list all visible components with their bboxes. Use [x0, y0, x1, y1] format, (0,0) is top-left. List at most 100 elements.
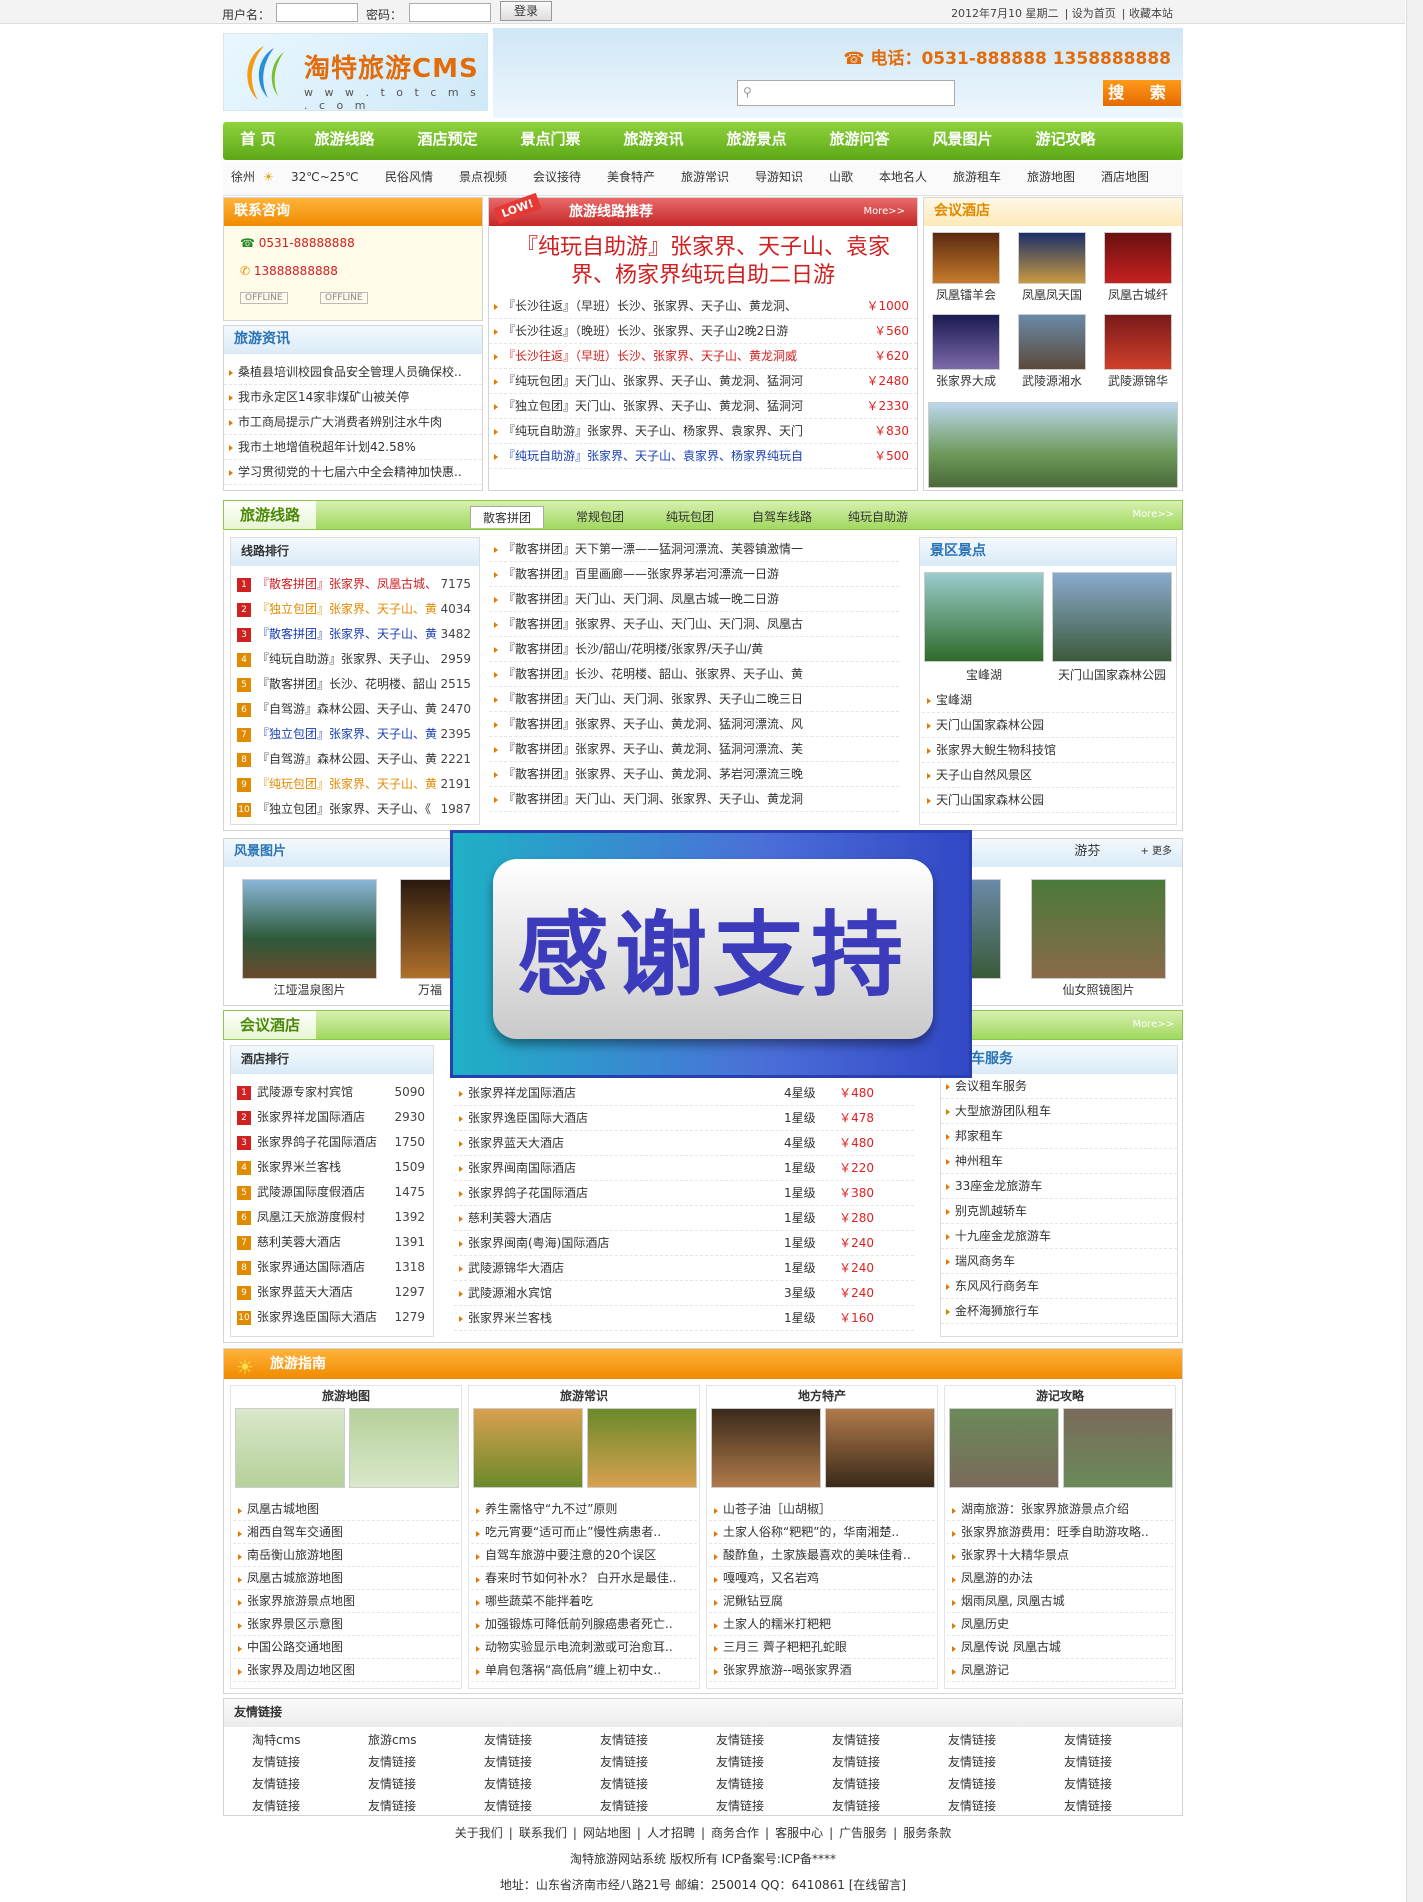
guide-photo[interactable] — [825, 1408, 935, 1488]
set-home-link[interactable]: 设为首页 — [1072, 7, 1116, 20]
guide-item[interactable]: 加强锻炼可降低前列腺癌患者死亡.. — [471, 1613, 697, 1636]
guide-photo[interactable] — [1063, 1408, 1173, 1488]
subnav-item[interactable]: 旅游租车 — [953, 162, 1001, 192]
news-item[interactable]: 我市永定区14家非煤矿山被关停 — [224, 385, 482, 410]
hotel-caption[interactable]: 张家界大成 — [930, 372, 1002, 389]
scenic-photo[interactable] — [242, 879, 377, 979]
route-item[interactable]: 『长沙往返』（早班）长沙、张家界、天子山、黄龙洞、 ￥1000 — [489, 294, 917, 319]
scenic-item[interactable]: 天门山国家森林公园 — [922, 788, 1174, 813]
subnav-item[interactable]: 民俗风情 — [385, 162, 433, 192]
car-service-item[interactable]: 会议租车服务 — [941, 1074, 1177, 1099]
subnav-item[interactable]: 旅游常识 — [681, 162, 729, 192]
site-logo[interactable]: 淘特旅游CMS w w w . t o t c m s . c o m — [223, 33, 488, 112]
nav-news[interactable]: 旅游资讯 — [602, 122, 705, 160]
subnav-item[interactable]: 旅游地图 — [1027, 162, 1075, 192]
hotel-item[interactable]: 武陵源湘水宾馆 3星级 ￥240 — [454, 1281, 914, 1306]
photos-partial-tab[interactable]: 游芬 — [1074, 839, 1100, 865]
rank-row[interactable]: 5 武陵源国际度假酒店 1475 — [237, 1180, 433, 1205]
scrollbar[interactable] — [1406, 0, 1423, 1902]
route-item[interactable]: 『长沙往返』（早班）长沙、张家界、天子山、黄龙洞威 ￥620 — [489, 344, 917, 369]
guide-item[interactable]: 张家界旅游--喝张家界酒 — [709, 1659, 935, 1682]
guide-item[interactable]: 凤凰古城地图 — [233, 1498, 459, 1521]
guide-item[interactable]: 自驾车旅游中要注意的20个误区 — [471, 1544, 697, 1567]
friend-link[interactable]: 友情链接 — [716, 1753, 764, 1770]
guide-photo[interactable] — [235, 1408, 345, 1488]
news-item[interactable]: 市工商局提示广大消费者辨别注水牛肉 — [224, 410, 482, 435]
guide-item[interactable]: 凤凰游的办法 — [947, 1567, 1173, 1590]
hotel-photo[interactable] — [1104, 232, 1172, 284]
scenic-caption[interactable]: 宝峰湖 — [924, 666, 1044, 683]
hotel-item[interactable]: 张家界祥龙国际酒店 4星级 ￥480 — [454, 1081, 914, 1106]
friend-link[interactable]: 友情链接 — [1064, 1797, 1112, 1814]
friend-link[interactable]: 淘特cms — [252, 1731, 301, 1748]
friend-link[interactable]: 友情链接 — [368, 1775, 416, 1792]
guide-item[interactable]: 张家界景区示意图 — [233, 1613, 459, 1636]
rank-row[interactable]: 9 『纯玩包团』张家界、天子山、黄 2191 — [237, 772, 479, 797]
route-item[interactable]: 『散客拼团』张家界、天子山、黄龙洞、茅岩河漂流三晚 — [489, 762, 899, 787]
hotel-photo[interactable] — [1018, 314, 1086, 370]
footer-link[interactable]: 网站地图 — [583, 1826, 631, 1840]
guide-item[interactable]: 哪些蔬菜不能拌着吃 — [471, 1590, 697, 1613]
route-item[interactable]: 『散客拼团』长沙/韶山/花明楼/张家界/天子山/黄 — [489, 637, 899, 662]
rank-row[interactable]: 5 『散客拼团』长沙、花明楼、韶山 2515 — [237, 672, 479, 697]
car-service-item[interactable]: 十九座金龙旅游车 — [941, 1224, 1177, 1249]
friend-link[interactable]: 友情链接 — [832, 1753, 880, 1770]
hotel-photo[interactable] — [932, 314, 1000, 370]
news-item[interactable]: 我市土地增值税超年计划42.58% — [224, 435, 482, 460]
guide-item[interactable]: 三月三 薺子粑粑孔蛇眼 — [709, 1636, 935, 1659]
nav-travelogue[interactable]: 游记攻略 — [1014, 122, 1117, 160]
password-input[interactable] — [409, 3, 491, 22]
route-item[interactable]: 『散客拼团』长沙、花明楼、韶山、张家界、天子山、黄 — [489, 662, 899, 687]
friend-link[interactable]: 友情链接 — [484, 1753, 532, 1770]
hotel-item[interactable]: 张家界闽南国际酒店 1星级 ￥220 — [454, 1156, 914, 1181]
subnav-item[interactable]: 景点视频 — [459, 162, 507, 192]
photo-caption[interactable]: 江垭温泉图片 — [242, 981, 377, 998]
nav-scenic[interactable]: 旅游景点 — [705, 122, 808, 160]
hotel-item[interactable]: 张家界鸽子花国际酒店 1星级 ￥380 — [454, 1181, 914, 1206]
guide-item[interactable]: 吃元宵要“适可而止”慢性病患者.. — [471, 1521, 697, 1544]
friend-link[interactable]: 友情链接 — [832, 1797, 880, 1814]
subnav-item[interactable]: 山歌 — [829, 162, 853, 192]
nav-photos[interactable]: 风景图片 — [911, 122, 1014, 160]
footer-link[interactable]: 人才招聘 — [647, 1826, 695, 1840]
rank-row[interactable]: 8 张家界通达国际酒店 1318 — [237, 1255, 433, 1280]
scenic-photo[interactable] — [971, 879, 1001, 979]
more-link[interactable]: More>> — [1132, 509, 1174, 520]
favorite-link[interactable]: 收藏本站 — [1129, 7, 1173, 20]
footer-link[interactable]: 联系我们 — [519, 1826, 567, 1840]
scenic-caption[interactable]: 天门山国家森林公园 — [1052, 666, 1172, 683]
car-service-item[interactable]: 大型旅游团队租车 — [941, 1099, 1177, 1124]
guide-item[interactable]: 凤凰古城旅游地图 — [233, 1567, 459, 1590]
guide-item[interactable]: 单肩包落祸“高低肩”缠上初中女.. — [471, 1659, 697, 1682]
route-item[interactable]: 『散客拼团』天门山、天门洞、张家界、天子山、黄龙洞 — [489, 787, 899, 812]
route-item[interactable]: 『长沙往返』（晚班）长沙、张家界、天子山2晚2日游 ￥560 — [489, 319, 917, 344]
friend-link[interactable]: 友情链接 — [832, 1775, 880, 1792]
scenic-item[interactable]: 天子山自然风景区 — [922, 763, 1174, 788]
friend-link[interactable]: 友情链接 — [948, 1797, 996, 1814]
nav-home[interactable]: 首 页 — [223, 122, 293, 160]
scenic-item[interactable]: 天门山国家森林公园 — [922, 713, 1174, 738]
friend-link[interactable]: 友情链接 — [1064, 1731, 1112, 1748]
route-item[interactable]: 『散客拼团』张家界、天子山、天门山、天门洞、凤凰古 — [489, 612, 899, 637]
guide-item[interactable]: 张家界旅游费用：旺季自助游攻略.. — [947, 1521, 1173, 1544]
guide-item[interactable]: 中国公路交通地图 — [233, 1636, 459, 1659]
news-item[interactable]: 桑植县培训校园食品安全管理人员确保校.. — [224, 360, 482, 385]
subnav-item[interactable]: 本地名人 — [879, 162, 927, 192]
guide-item[interactable]: 湘西自驾车交通图 — [233, 1521, 459, 1544]
rank-row[interactable]: 10 『独立包团』张家界、天子山、《 1987 — [237, 797, 479, 822]
guide-item[interactable]: 酸酢鱼，土家族最喜欢的美味佳肴.. — [709, 1544, 935, 1567]
hotel-photo[interactable] — [1018, 232, 1086, 284]
login-button[interactable]: 登录 — [500, 1, 552, 21]
hotel-item[interactable]: 慈利芙蓉大酒店 1星级 ￥280 — [454, 1206, 914, 1231]
guide-item[interactable]: 南岳衡山旅游地图 — [233, 1544, 459, 1567]
hotel-caption[interactable]: 武陵源湘水 — [1016, 372, 1088, 389]
tab-group-tour[interactable]: 散客拼团 — [470, 506, 545, 528]
guide-item[interactable]: 张家界十大精华景点 — [947, 1544, 1173, 1567]
guide-item[interactable]: 泥鳅钻豆腐 — [709, 1590, 935, 1613]
rank-row[interactable]: 3 『散客拼团』张家界、天子山、黄 3482 — [237, 622, 479, 647]
nav-hotels[interactable]: 酒店预定 — [396, 122, 499, 160]
scenic-photo[interactable] — [924, 572, 1044, 662]
username-input[interactable] — [276, 3, 358, 22]
rank-row[interactable]: 7 『独立包团』张家界、天子山、黄 2395 — [237, 722, 479, 747]
rank-row[interactable]: 1 武陵源专家村宾馆 5090 — [237, 1080, 433, 1105]
